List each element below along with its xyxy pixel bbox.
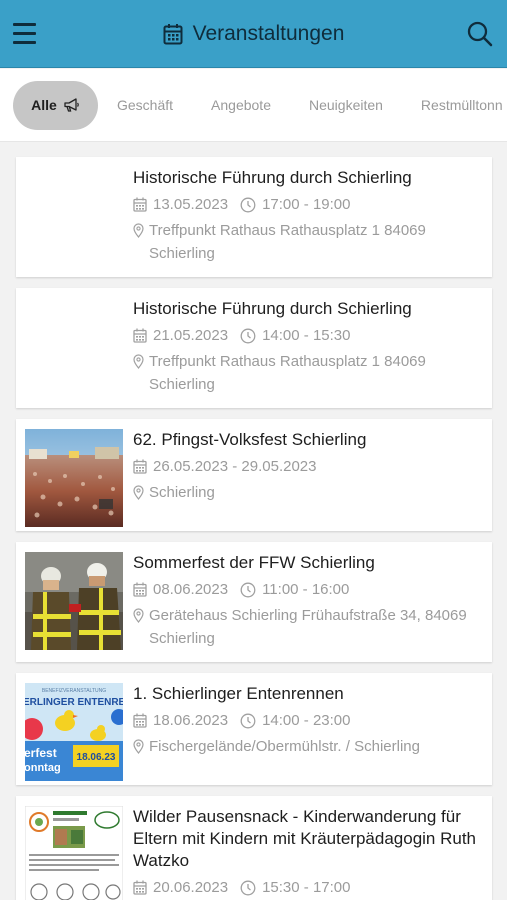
event-datetime: 08.06.2023 11:00 - 16:00 — [133, 579, 480, 600]
location-pin-icon — [133, 354, 144, 369]
poster-banner-text: ERLINGER ENTENRE — [25, 697, 123, 708]
event-date: 21.05.2023 — [153, 327, 229, 344]
tab-label: Alle — [31, 97, 57, 113]
event-thumbnail-duck-race-poster: BENEFIZVERANSTALTUNG ERLINGER ENTENRE er… — [25, 683, 123, 781]
event-title: Historische Führung durch Schierling — [133, 299, 412, 318]
event-location-text: Schierling — [149, 484, 215, 501]
event-title: Historische Führung durch Schierling — [133, 168, 412, 187]
tab-geschaeft[interactable]: Geschäft — [117, 97, 173, 113]
calendar-icon — [133, 328, 147, 343]
clock-icon — [240, 328, 256, 343]
event-time-group: 14:00 - 23:00 — [240, 710, 350, 731]
megaphone-icon — [64, 98, 79, 112]
event-location: Gerätehaus Schierling Frühaufstraße 34, … — [133, 604, 480, 650]
event-title: 1. Schierlinger Entenrennen — [133, 684, 344, 703]
event-time-group: 15:30 - 17:00 — [240, 877, 350, 898]
calendar-icon — [133, 197, 147, 212]
event-time-group: 11:00 - 16:00 — [240, 579, 349, 600]
location-pin-icon — [133, 223, 144, 238]
event-location-text: Treffpunkt Rathaus Rathausplatz 1 84069 … — [149, 222, 426, 262]
location-pin-icon — [133, 608, 144, 623]
clock-icon — [240, 713, 256, 728]
event-location: Schierling — [133, 481, 480, 504]
event-title: 62. Pfingst-Volksfest Schierling — [133, 430, 367, 449]
event-title: Wilder Pausensnack - Kinderwanderung für… — [133, 807, 477, 870]
event-datetime: 18.06.2023 14:00 - 23:00 — [133, 710, 480, 731]
event-date: 20.06.2023 — [153, 879, 229, 896]
event-location: Treffpunkt Rathaus Rathausplatz 1 84069 … — [133, 219, 480, 265]
event-location: Fischergelände/Obermühlstr. / Schierling — [133, 735, 480, 758]
calendar-icon — [133, 459, 147, 474]
event-datetime: 21.05.2023 14:00 - 15:30 — [133, 325, 480, 346]
event-card[interactable]: Historische Führung durch Schierling 21.… — [16, 288, 492, 408]
calendar-icon — [133, 713, 147, 728]
page-title: Veranstaltungen — [192, 22, 345, 45]
event-time: 14:00 - 23:00 — [262, 712, 351, 729]
event-location: Treffpunkt Rathaus Rathausplatz 1 84069 … — [133, 350, 480, 396]
poster-top-text: BENEFIZVERANSTALTUNG — [42, 688, 106, 694]
event-time: 15:30 - 17:00 — [262, 879, 351, 896]
event-datetime: 20.06.2023 15:30 - 17:00 — [133, 877, 480, 898]
event-date: 26.05.2023 - 29.05.2023 — [153, 458, 317, 475]
clock-icon — [240, 197, 256, 212]
event-location-text: Gerätehaus Schierling Frühaufstraße 34, … — [149, 607, 467, 647]
category-tabs: Alle Geschäft Angebote Neuigkeiten Restm… — [0, 69, 507, 142]
event-card[interactable]: Historische Führung durch Schierling 13.… — [16, 157, 492, 277]
event-date: 18.06.2023 — [153, 712, 229, 729]
event-location-text: Treffpunkt Rathaus Rathausplatz 1 84069 … — [149, 353, 426, 393]
event-thumbnail-crowd-photo — [25, 429, 123, 527]
event-datetime: 13.05.2023 17:00 - 19:00 — [133, 194, 480, 215]
clock-icon — [240, 582, 256, 597]
app-header: Veranstaltungen — [0, 0, 507, 68]
tab-alle[interactable]: Alle — [13, 80, 98, 130]
tab-angebote[interactable]: Angebote — [211, 97, 271, 113]
page-title-group: Veranstaltungen — [0, 0, 507, 68]
poster-sonntag-text: onntag — [25, 762, 61, 774]
event-card[interactable]: Wilder Pausensnack - Kinderwanderung für… — [16, 796, 492, 900]
event-list: Historische Führung durch Schierling 13.… — [0, 143, 507, 900]
location-pin-icon — [133, 739, 144, 754]
clock-icon — [240, 880, 256, 895]
event-thumbnail-flyer-photo — [25, 806, 123, 900]
event-time-group: 14:00 - 15:30 — [240, 325, 350, 346]
event-time-group: 17:00 - 19:00 — [240, 194, 350, 215]
calendar-icon — [133, 582, 147, 597]
event-date: 08.06.2023 — [153, 581, 229, 598]
event-time: 17:00 - 19:00 — [262, 196, 351, 213]
location-pin-icon — [133, 485, 144, 500]
event-title: Sommerfest der FFW Schierling — [133, 553, 375, 572]
event-card[interactable]: BENEFIZVERANSTALTUNG ERLINGER ENTENRE er… — [16, 673, 492, 785]
event-thumbnail-firefighters-photo — [25, 552, 123, 650]
event-datetime: 26.05.2023 - 29.05.2023 — [133, 456, 480, 477]
event-time: 14:00 - 15:30 — [262, 327, 351, 344]
search-icon[interactable] — [466, 20, 494, 48]
tab-neuigkeiten[interactable]: Neuigkeiten — [309, 97, 383, 113]
poster-fest-text: erfest — [25, 746, 57, 760]
event-time: 11:00 - 16:00 — [262, 581, 350, 598]
tab-restmuelltonne[interactable]: Restmülltonn — [421, 97, 503, 113]
event-card[interactable]: 62. Pfingst-Volksfest Schierling 26.05.2… — [16, 419, 492, 531]
event-date: 13.05.2023 — [153, 196, 229, 213]
poster-date-text: 18.06.23 — [77, 752, 116, 763]
event-card[interactable]: Sommerfest der FFW Schierling 08.06.2023… — [16, 542, 492, 662]
calendar-icon — [133, 880, 147, 895]
event-location-text: Fischergelände/Obermühlstr. / Schierling — [149, 738, 420, 755]
calendar-icon — [163, 24, 183, 45]
